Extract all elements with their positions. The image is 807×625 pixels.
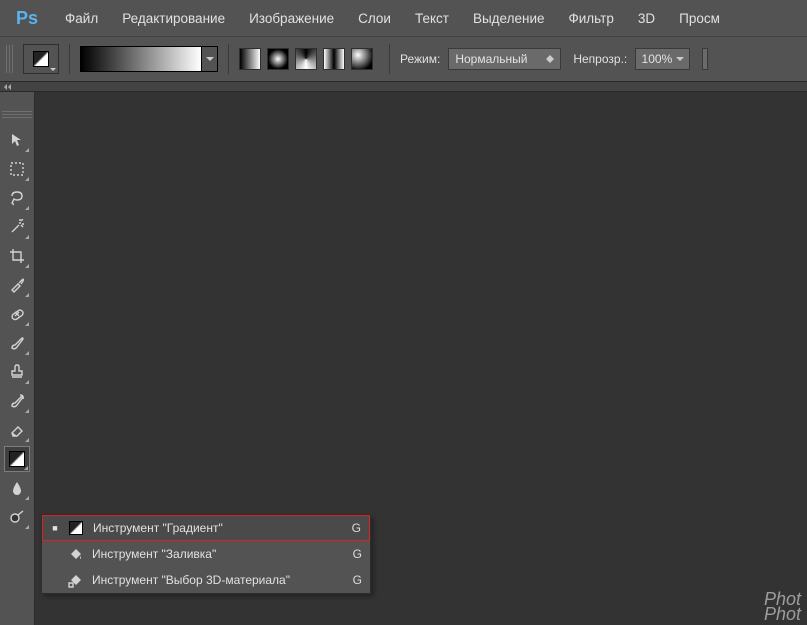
options-handle-icon[interactable] <box>6 45 15 73</box>
dodge-tool[interactable] <box>4 504 30 530</box>
gradient-icon <box>9 451 25 467</box>
paint-bucket-icon <box>66 545 84 563</box>
magic-wand-tool[interactable] <box>4 214 30 240</box>
lasso-tool[interactable] <box>4 185 30 211</box>
flyout-item-paint-bucket[interactable]: Инструмент "Заливка" G <box>42 541 370 567</box>
flyout-shortcut: G <box>352 521 361 535</box>
eyedropper-tool[interactable] <box>4 272 30 298</box>
marquee-tool[interactable] <box>4 156 30 182</box>
menu-filter[interactable]: Фильтр <box>558 7 625 30</box>
divider <box>228 44 229 74</box>
tools-panel <box>0 92 35 625</box>
crop-tool[interactable] <box>4 243 30 269</box>
opacity-value: 100% <box>642 52 673 66</box>
opacity-field[interactable]: 100% <box>635 48 690 70</box>
flyout-label: Инструмент "Градиент" <box>93 521 344 535</box>
menu-bar: Ps Файл Редактирование Изображение Слои … <box>0 0 807 37</box>
app-logo: Ps <box>8 8 46 29</box>
chevron-down-icon <box>206 57 214 61</box>
menu-view[interactable]: Просм <box>668 7 731 30</box>
divider <box>69 44 70 74</box>
toolbar-handle-icon[interactable] <box>2 110 32 118</box>
chevron-left-icon[interactable] <box>4 84 7 90</box>
healing-brush-tool[interactable] <box>4 301 30 327</box>
move-tool[interactable] <box>4 127 30 153</box>
tab-strip <box>0 82 807 92</box>
gradient-preview[interactable] <box>80 46 218 72</box>
menu-layers[interactable]: Слои <box>347 7 402 30</box>
flyout-shortcut: G <box>353 573 362 587</box>
gradient-icon <box>67 519 85 537</box>
flyout-shortcut: G <box>353 547 362 561</box>
gradient-swatch-icon[interactable] <box>80 46 202 72</box>
menu-3d[interactable]: 3D <box>627 7 666 30</box>
history-brush-tool[interactable] <box>4 388 30 414</box>
menu-select[interactable]: Выделение <box>462 7 556 30</box>
flyout-item-gradient[interactable]: ■ Инструмент "Градиент" G <box>42 515 370 541</box>
flyout-label: Инструмент "Заливка" <box>92 547 345 561</box>
paint-bucket-3d-icon <box>66 571 84 589</box>
tool-flyout: ■ Инструмент "Градиент" G Инструмент "За… <box>41 514 371 594</box>
chevron-down-icon <box>50 68 56 71</box>
chevron-left-icon[interactable] <box>8 84 11 90</box>
brush-tool[interactable] <box>4 330 30 356</box>
gradient-tool[interactable] <box>4 446 30 472</box>
gradient-angle-button[interactable] <box>295 48 317 70</box>
tool-preset-icon <box>33 51 49 67</box>
opacity-label: Непрозр.: <box>573 52 627 66</box>
spacer <box>50 576 58 584</box>
divider <box>389 44 390 74</box>
watermark: PhotPhot <box>764 592 801 622</box>
blur-tool[interactable] <box>4 475 30 501</box>
blend-mode-value: Нормальный <box>455 52 527 66</box>
menu-file[interactable]: Файл <box>54 7 109 30</box>
flyout-label: Инструмент "Выбор 3D-материала" <box>92 573 345 587</box>
gradient-picker-button[interactable] <box>202 46 218 72</box>
gradient-diamond-button[interactable] <box>351 48 373 70</box>
blend-mode-select[interactable]: Нормальный <box>448 48 561 70</box>
stamp-tool[interactable] <box>4 359 30 385</box>
eraser-tool[interactable] <box>4 417 30 443</box>
selected-dot-icon: ■ <box>51 524 59 532</box>
menu-edit[interactable]: Редактирование <box>111 7 236 30</box>
mode-label: Режим: <box>400 52 440 66</box>
spinner-icon <box>546 55 554 63</box>
gradient-radial-button[interactable] <box>267 48 289 70</box>
options-bar: Режим: Нормальный Непрозр.: 100% <box>0 37 807 82</box>
menu-text[interactable]: Текст <box>404 7 460 30</box>
gradient-linear-button[interactable] <box>239 48 261 70</box>
tool-preset-button[interactable] <box>23 44 59 74</box>
option-chip[interactable] <box>702 48 708 70</box>
chevron-down-icon <box>676 57 684 61</box>
flyout-item-3d-material[interactable]: Инструмент "Выбор 3D-материала" G <box>42 567 370 593</box>
gradient-reflected-button[interactable] <box>323 48 345 70</box>
spacer <box>50 550 58 558</box>
menu-image[interactable]: Изображение <box>238 7 345 30</box>
